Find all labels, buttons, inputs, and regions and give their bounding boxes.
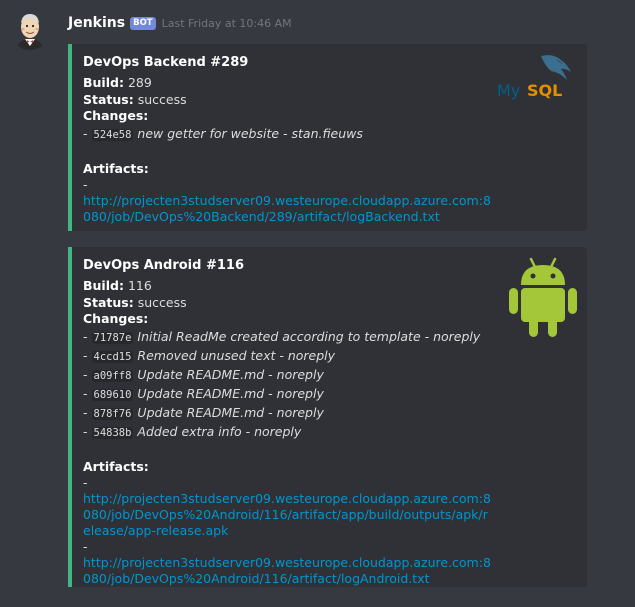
change-item: - 71787e Initial ReadMe created accordin… — [83, 328, 575, 347]
artifact-dash: - — [83, 475, 88, 490]
change-dash: - — [83, 385, 88, 401]
mysql-dolphin-icon: My SQL — [497, 55, 571, 100]
build-value: 116 — [127, 278, 152, 293]
commit-message: Update README.md - noreply — [137, 404, 324, 420]
commit-hash: 878f76 — [91, 407, 134, 420]
change-dash: - — [83, 366, 88, 382]
commit-hash: 689610 — [91, 388, 134, 401]
bot-badge: BOT — [130, 16, 156, 30]
message-header: Jenkins BOT Last Friday at 10:46 AM — [68, 13, 292, 33]
changes-label: Changes: — [83, 108, 575, 125]
jenkins-avatar[interactable] — [10, 10, 50, 50]
commit-hash: 524e58 — [91, 128, 134, 141]
commit-message: Initial ReadMe created according to temp… — [137, 328, 481, 344]
commit-hash: 54838b — [91, 426, 134, 439]
change-item: - 524e58 new getter for website - stan.f… — [83, 125, 575, 144]
change-item: - a09ff8 Update README.md - noreply — [83, 366, 575, 385]
status-line: Status: success — [83, 295, 575, 312]
commit-hash: a09ff8 — [91, 369, 134, 382]
change-dash: - — [83, 404, 88, 420]
android-robot-icon — [509, 257, 577, 337]
artifact-link[interactable]: http://projecten3studserver09.westeurope… — [83, 491, 493, 539]
commit-message: new getter for website - stan.fieuws — [137, 125, 363, 141]
embed-title: DevOps Android #116 — [83, 258, 244, 273]
change-dash: - — [83, 423, 88, 439]
artifacts-label: Artifacts: — [83, 459, 575, 476]
build-label: Build: — [83, 278, 124, 293]
embed-backend-build: DevOps Backend #289 Build: 289 Status: s… — [68, 44, 587, 231]
change-dash: - — [83, 328, 88, 344]
commit-message: Removed unused text - noreply — [137, 347, 336, 363]
embed-android-build: DevOps Android #116 Build: 116 Status: s… — [68, 247, 587, 587]
android-robot-logo — [507, 255, 579, 339]
author-name[interactable]: Jenkins — [68, 15, 125, 31]
commit-hash: 4ccd15 — [91, 350, 134, 363]
artifact-link[interactable]: http://projecten3studserver09.westeurope… — [83, 555, 493, 587]
change-item: - 878f76 Update README.md - noreply — [83, 404, 575, 423]
status-value: success — [137, 91, 187, 107]
changes-label-text: Changes: — [83, 311, 149, 326]
change-item: - 689610 Update README.md - noreply — [83, 385, 575, 404]
commit-message: Update README.md - noreply — [137, 366, 324, 382]
artifact-link[interactable]: http://projecten3studserver09.westeurope… — [83, 193, 493, 225]
changes-label: Changes: — [83, 311, 575, 328]
change-item: - 4ccd15 Removed unused text - noreply — [83, 347, 575, 366]
artifacts-label-text: Artifacts: — [83, 458, 149, 474]
changes-label-text: Changes: — [83, 108, 149, 123]
commit-message: Added extra info - noreply — [137, 423, 302, 439]
status-label: Status: — [83, 294, 134, 310]
artifacts-label: Artifacts: — [83, 161, 575, 178]
artifact-dash: - — [83, 539, 88, 554]
change-item: - 54838b Added extra info - noreply — [83, 423, 575, 442]
change-dash: - — [83, 347, 88, 363]
message-timestamp: Last Friday at 10:46 AM — [161, 16, 292, 30]
change-dash: - — [83, 125, 88, 141]
artifact-dash: - — [83, 177, 88, 192]
build-line: Build: 116 — [83, 278, 575, 295]
commit-message: Update README.md - noreply — [137, 385, 324, 401]
build-label: Build: — [83, 75, 124, 90]
build-value: 289 — [127, 75, 152, 90]
mysql-logo: My SQL — [495, 52, 579, 100]
status-label: Status: — [83, 91, 134, 107]
status-value: success — [137, 294, 187, 310]
jenkins-butler-icon — [10, 10, 50, 50]
mysql-text-sql: SQL — [527, 81, 562, 100]
mysql-text-my: My — [497, 81, 520, 100]
commit-hash: 71787e — [91, 331, 134, 344]
artifacts-label-text: Artifacts: — [83, 160, 149, 176]
